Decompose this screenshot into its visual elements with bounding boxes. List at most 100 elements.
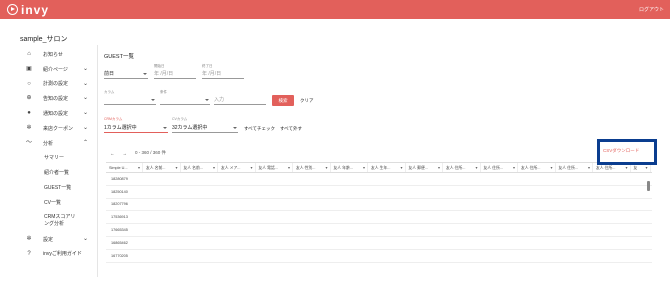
crm-column-select[interactable]: 1カラム選択中	[104, 123, 168, 133]
search-button[interactable]: 検索	[272, 95, 294, 106]
sidebar-item-analytics[interactable]: 〜 分析 ⌃	[20, 136, 96, 151]
chevron-up-icon: ⌃	[83, 139, 89, 146]
table-row[interactable]: 18280879	[106, 173, 652, 186]
table-row[interactable]: 18250140	[106, 186, 652, 199]
table-row[interactable]: 16865462	[106, 237, 652, 250]
condition-select[interactable]	[160, 95, 210, 105]
sidebar-item-measurement[interactable]: ○ 計測の設定 ⌄	[20, 77, 96, 92]
sidebar-item-guide[interactable]: ? invyご利用ガイド	[20, 247, 96, 262]
bell-icon: ●	[27, 110, 31, 117]
filter-icon[interactable]: ▾	[513, 163, 515, 172]
filter-icon[interactable]: ▾	[175, 163, 177, 172]
sidebar-item-news[interactable]: ⌂ お知らせ	[20, 47, 96, 62]
sidebar-subitem-guest-list[interactable]: GUEST一覧	[20, 180, 96, 195]
sidebar-subitem-label: 紹介者一覧	[44, 170, 70, 177]
column-header[interactable]: 友人 電話... ▾	[256, 163, 293, 172]
invy-logo[interactable]: invy	[7, 2, 50, 17]
sidebar-subitem-referrers[interactable]: 紹介者一覧	[20, 165, 96, 180]
clear-button[interactable]: クリア	[300, 98, 314, 104]
table-row[interactable]: 16770205	[106, 250, 652, 263]
start-date-placeholder: 年 /月/日	[154, 71, 174, 77]
csv-download-button[interactable]: CSVダウンロード	[603, 148, 639, 154]
pagination: ← → 0 - 360 / 360 件	[110, 149, 174, 157]
filter-icon[interactable]: ▾	[400, 163, 402, 172]
filter-icon[interactable]: ▾	[213, 163, 215, 172]
page-range: 0 - 360 / 360 件	[135, 150, 167, 155]
filter-icon[interactable]: ▾	[325, 163, 327, 172]
sidebar-divider	[97, 45, 98, 277]
table-header: Simple U... ▾ 友人 名前... ▾ 友人 名前... ▾ 友人 メア..…	[106, 163, 652, 173]
column-header[interactable]: 友人 年齢... ▾	[331, 163, 368, 172]
sidebar-subitem-label: GUEST一覧	[44, 185, 72, 192]
sidebar-item-intro-page[interactable]: ▣ 紹介ページ ⌄	[20, 62, 96, 77]
column-header[interactable]: 友人 住所... ▾	[556, 163, 593, 172]
gear-icon: ✲	[26, 235, 32, 242]
column-header[interactable]: 友人 郵便... ▾	[406, 163, 443, 172]
column-header[interactable]: 友人 性別... ▾	[293, 163, 331, 172]
table-row[interactable]: 18207796	[106, 199, 652, 212]
chevron-down-icon: ⌄	[83, 110, 89, 117]
logout-link[interactable]: ログアウト	[639, 6, 664, 13]
sidebar-subitem-crm-scoring[interactable]: CRMスコアリング分析	[20, 210, 96, 232]
table-row[interactable]: 17665345	[106, 224, 652, 237]
table-scrollbar[interactable]	[647, 181, 650, 191]
gear-icon: ✲	[26, 124, 32, 131]
top-bar: invy ログアウト	[0, 0, 670, 19]
cv-column-select[interactable]: 32カラム選択中	[172, 123, 238, 133]
dropdown-arrow-icon	[163, 127, 167, 129]
csv-download-highlight: CSVダウンロード	[597, 139, 657, 165]
sidebar-item-notification[interactable]: ● 通知の設定 ⌄	[20, 106, 96, 121]
crm-column-label: CRMカラム	[104, 117, 123, 121]
sidebar-item-coupon[interactable]: ✲ 来店クーポン ⌄	[20, 121, 96, 136]
cell-id: 16770205	[111, 253, 128, 258]
cell-id: 17665345	[111, 228, 128, 233]
table-row[interactable]: 17536913	[106, 211, 652, 225]
filter-icon[interactable]: ▾	[550, 163, 552, 172]
sidebar-subitem-summary[interactable]: サマリー	[20, 151, 96, 166]
dropdown-arrow-icon	[205, 99, 209, 101]
period-select[interactable]: 前日	[104, 69, 148, 79]
uncheck-all-button[interactable]: すべて外す	[280, 126, 302, 132]
column-select[interactable]	[104, 95, 156, 105]
sidebar-item-label: 分析	[43, 140, 54, 147]
sidebar-item-announcement[interactable]: ⊕ 告知の設定 ⌄	[20, 91, 96, 106]
sidebar-item-label: invyご利用ガイド	[43, 251, 82, 258]
column-header[interactable]: Simple U... ▾	[106, 163, 143, 172]
filter-icon[interactable]: ▾	[138, 163, 140, 172]
prev-page-icon[interactable]: ←	[110, 151, 115, 156]
logo-text: invy	[21, 2, 50, 17]
cell-id: 18250140	[111, 189, 128, 194]
trend-icon: 〜	[26, 139, 33, 146]
keyword-input[interactable]: 入力	[214, 95, 266, 105]
filter-icon[interactable]: ▾	[363, 163, 365, 172]
filter-icon[interactable]: ▾	[288, 163, 290, 172]
column-header[interactable]: 友人 名前... ▾	[181, 163, 218, 172]
chevron-down-icon: ⌄	[83, 80, 89, 87]
sidebar-item-settings[interactable]: ✲ 設定 ⌄	[20, 232, 96, 247]
end-date-input[interactable]: 年 /月/日	[202, 69, 244, 79]
crm-column-value: 1カラム選択中	[104, 125, 137, 131]
help-icon: ?	[27, 250, 31, 257]
column-header[interactable]: 友人 名前... ▾	[143, 163, 181, 172]
page-icon: ▣	[26, 65, 32, 72]
column-header[interactable]: 友人 住所... ▾	[518, 163, 556, 172]
column-header[interactable]: 友人 住所... ▾	[481, 163, 518, 172]
column-header[interactable]: 友人 生年... ▾	[368, 163, 406, 172]
start-date-input[interactable]: 年 /月/日	[154, 69, 196, 79]
chevron-down-icon: ⌄	[83, 235, 89, 242]
sidebar-item-label: 設定	[43, 236, 54, 243]
filter-icon[interactable]: ▾	[588, 163, 590, 172]
filter-icon[interactable]: ▾	[475, 163, 477, 172]
filter-icon[interactable]: ▾	[250, 163, 252, 172]
check-all-button[interactable]: すべてチェック	[244, 126, 275, 132]
sidebar-item-label: 来店クーポン	[43, 125, 74, 132]
sidebar-item-label: お知らせ	[43, 51, 63, 58]
column-header[interactable]: 友人 メア... ▾	[218, 163, 256, 172]
filter-icon[interactable]: ▾	[438, 163, 440, 172]
cv-column-value: 32カラム選択中	[172, 125, 208, 131]
column-header[interactable]: 友人 住所... ▾	[443, 163, 481, 172]
next-page-icon[interactable]: →	[123, 151, 128, 156]
sidebar-subitem-label: サマリー	[44, 155, 65, 162]
sidebar-subitem-cv-list[interactable]: CV一覧	[20, 195, 96, 210]
guest-table: Simple U... ▾ 友人 名前... ▾ 友人 名前... ▾ 友人 メア..…	[106, 162, 652, 263]
